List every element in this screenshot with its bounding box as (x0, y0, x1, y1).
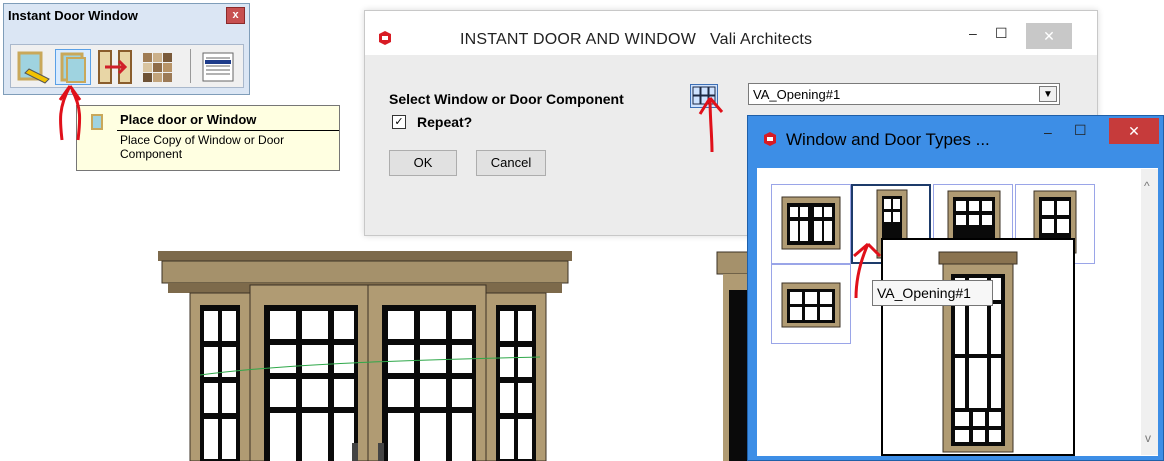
window-type-1[interactable] (771, 184, 851, 264)
component-select-value: VA_Opening#1 (753, 87, 841, 102)
toolbar-close-button[interactable]: x (226, 7, 245, 24)
types-close-button[interactable]: ✕ (1109, 118, 1159, 144)
annotation-arrow-gallery (853, 242, 882, 299)
toolbar-divider (190, 49, 191, 83)
repeat-checkbox[interactable]: ✓ (392, 115, 406, 129)
component-select[interactable]: VA_Opening#1 ▼ (748, 83, 1060, 105)
annotation-arrow-grid (698, 97, 724, 153)
cancel-button[interactable]: Cancel (476, 150, 546, 176)
dialog-close-button[interactable]: ✕ (1026, 23, 1072, 49)
window-type-5[interactable] (771, 264, 851, 344)
tooltip-description: Place Copy of Window or Door Component (120, 133, 285, 161)
scroll-down-icon[interactable]: v (1145, 431, 1151, 445)
types-minimize-button[interactable]: – (1044, 124, 1052, 140)
types-scrollbar[interactable]: ^ v (1141, 169, 1158, 455)
sketchup-logo-icon (764, 132, 776, 146)
place-door-tooltip: Place door or Window Place Copy of Windo… (76, 105, 340, 171)
toolbar-title: Instant Door Window (8, 8, 138, 23)
place-window-icon[interactable] (55, 49, 91, 85)
tooltip-title: Place door or Window (120, 112, 257, 127)
component-tooltip: VA_Opening#1 (872, 280, 993, 306)
tooltip-separator (117, 130, 339, 131)
toolbar-icon-strip (10, 44, 244, 88)
repeat-label: Repeat? (417, 114, 473, 130)
types-window-title: Window and Door Types ... (786, 130, 990, 149)
dialog-maximize-button[interactable]: ☐ (995, 25, 1008, 42)
ok-button[interactable]: OK (389, 150, 457, 176)
sketchup-logo-icon (379, 31, 391, 45)
door-arrow-icon[interactable] (97, 49, 133, 85)
dialog-minimize-button[interactable]: – (969, 25, 977, 41)
list-icon[interactable] (201, 49, 237, 85)
door-elevation-left (158, 251, 572, 461)
pencil-window-icon[interactable] (15, 49, 51, 85)
annotation-arrow-toolbar (58, 85, 82, 141)
instant-door-window-toolbar: Instant Door Window x (3, 3, 250, 95)
door-preview (881, 238, 1075, 456)
types-maximize-button[interactable]: ☐ (1074, 122, 1087, 139)
chevron-down-icon[interactable]: ▼ (1039, 86, 1057, 102)
dialog-title: INSTANT DOOR AND WINDOW Vali Architects (460, 31, 813, 48)
scroll-up-icon[interactable]: ^ (1144, 179, 1150, 193)
material-swatch-icon[interactable] (139, 49, 175, 85)
select-component-label: Select Window or Door Component (389, 91, 624, 107)
